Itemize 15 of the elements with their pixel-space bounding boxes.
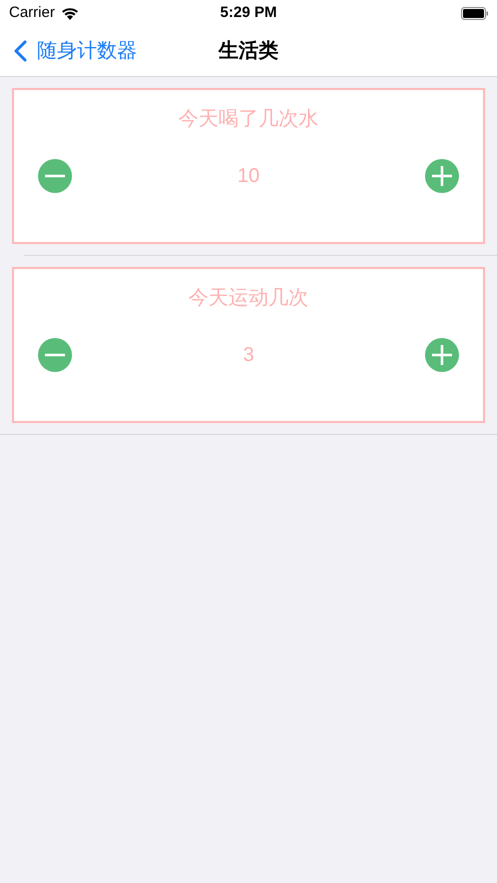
counter-value: 3 (242, 343, 254, 368)
carrier-label: Carrier (9, 2, 55, 23)
nav-title: 生活类 (218, 39, 278, 64)
wifi-icon (60, 6, 79, 20)
status-time: 5:29 PM (220, 2, 277, 23)
minus-button[interactable] (37, 158, 73, 194)
chevron-left-icon (14, 40, 27, 62)
counter-title: 今天运动几次 (188, 286, 308, 311)
plus-button[interactable] (424, 337, 460, 373)
minus-button[interactable] (37, 337, 73, 373)
counter-title: 今天喝了几次水 (178, 107, 318, 132)
back-button[interactable]: 随身计数器 (14, 36, 137, 66)
plus-button[interactable] (424, 158, 460, 194)
battery-icon (461, 6, 489, 20)
counter-value: 10 (237, 164, 260, 189)
